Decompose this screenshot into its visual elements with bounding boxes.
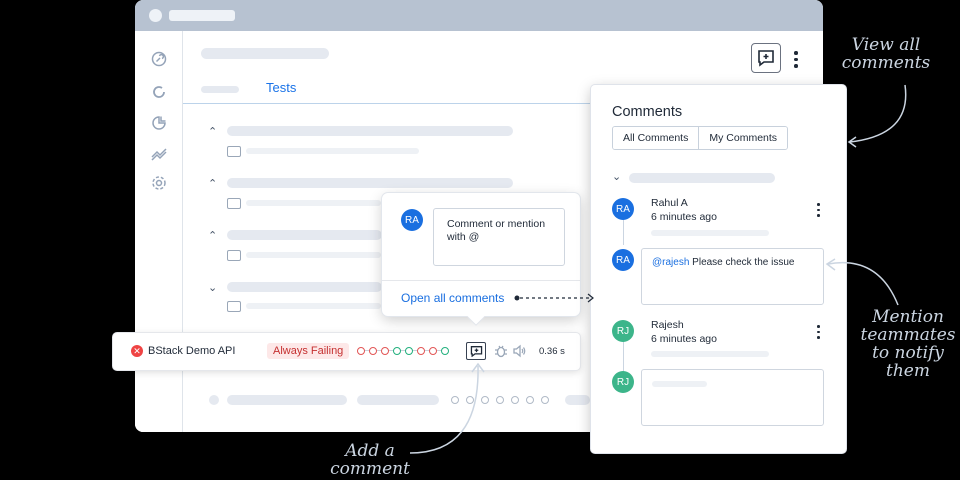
comment-body-placeholder: [651, 351, 769, 357]
tab-placeholder[interactable]: [201, 86, 239, 93]
connector-arrow: [514, 293, 594, 303]
folder-icon: [227, 301, 241, 312]
run-dot-fail[interactable]: [381, 347, 389, 355]
run-dot-fail[interactable]: [357, 347, 365, 355]
test-name[interactable]: BStack Demo API: [148, 345, 235, 357]
mention-tag[interactable]: @rajesh: [652, 257, 689, 268]
tree-subitem-placeholder: [246, 303, 381, 309]
avatar: RA: [612, 198, 634, 220]
run-dot-pass[interactable]: [393, 347, 401, 355]
tree-item-placeholder: [227, 230, 382, 240]
page-title-placeholder: [201, 48, 329, 59]
comment-body-placeholder: [651, 230, 769, 236]
comment-time: 6 minutes ago: [651, 333, 717, 345]
avatar: RA: [401, 209, 423, 231]
comment-add-icon: [758, 50, 774, 67]
tree-item-placeholder: [227, 178, 513, 188]
trend-icon[interactable]: [149, 143, 169, 163]
failed-status-icon: ✕: [131, 345, 143, 357]
comment-time: 6 minutes ago: [651, 211, 717, 223]
gear-icon[interactable]: [149, 173, 169, 193]
tree-item-placeholder: [227, 282, 382, 292]
speaker-icon[interactable]: [512, 344, 526, 363]
tab-tests[interactable]: Tests: [266, 80, 296, 95]
thread-title-placeholder: [629, 173, 775, 183]
chevron-down-icon[interactable]: ⌄: [612, 170, 621, 183]
title-bar: [135, 0, 823, 31]
more-options-icon[interactable]: [794, 51, 798, 68]
wrench-icon[interactable]: [149, 49, 169, 69]
row-placeholder: [565, 395, 590, 405]
annotation-mention: Mention teammates to notify them: [860, 307, 956, 381]
run-dot-fail[interactable]: [417, 347, 425, 355]
reply-input[interactable]: @rajesh Please check the issue: [641, 248, 824, 305]
filter-my-comments[interactable]: My Comments: [698, 127, 788, 149]
run-dot-fail[interactable]: [369, 347, 377, 355]
tree-subitem-placeholder: [246, 200, 381, 206]
avatar: RJ: [612, 371, 634, 393]
test-row-card[interactable]: ✕ BStack Demo API Always Failing 0.36 s: [113, 333, 580, 370]
tree-subitem-placeholder: [246, 148, 419, 154]
panel-title: Comments: [612, 104, 683, 120]
folder-icon: [227, 250, 241, 261]
annotation-arrow: [409, 362, 485, 454]
input-placeholder: [652, 381, 707, 387]
reply-text: Please check the issue: [692, 257, 795, 268]
chevron-up-icon[interactable]: ⌃: [208, 125, 217, 138]
pie-chart-icon[interactable]: [149, 113, 169, 133]
comment-menu-icon[interactable]: [817, 325, 820, 339]
divider: [382, 280, 580, 281]
annotation-view-all: View all comments: [841, 35, 931, 73]
thread-line: [623, 338, 624, 373]
row-placeholder: [227, 395, 347, 405]
new-reply-input[interactable]: [641, 369, 824, 426]
avatar: RJ: [612, 320, 634, 342]
comment-menu-icon[interactable]: [817, 203, 820, 217]
chevron-up-icon[interactable]: ⌃: [208, 177, 217, 190]
chevron-up-icon[interactable]: ⌃: [208, 229, 217, 242]
window-dot: [149, 9, 162, 22]
chevron-down-icon[interactable]: ⌄: [208, 281, 217, 294]
refresh-icon[interactable]: [149, 82, 169, 102]
comment-author: Rahul A: [651, 197, 688, 209]
annotation-arrow: [847, 84, 907, 148]
annotation-arrow: [825, 258, 899, 306]
tree-item-placeholder: [227, 126, 513, 136]
run-dot-pass[interactable]: [405, 347, 413, 355]
bug-icon[interactable]: [494, 344, 508, 363]
folder-icon: [227, 146, 241, 157]
comment-input[interactable]: Comment or mention with @: [433, 208, 565, 266]
title-placeholder: [169, 10, 235, 21]
tree-subitem-placeholder: [246, 252, 381, 258]
open-all-comments-link[interactable]: Open all comments: [401, 291, 504, 305]
status-badge: Always Failing: [267, 343, 350, 359]
folder-icon: [227, 198, 241, 209]
filter-all-comments[interactable]: All Comments: [613, 127, 699, 149]
comment-filter: All Comments My Comments: [612, 126, 789, 150]
comment-author: Rajesh: [651, 319, 684, 331]
sidebar: [135, 31, 183, 432]
comments-panel: Comments All Comments My Comments ⌄ RA R…: [591, 85, 846, 453]
comment-add-icon: [470, 346, 482, 357]
run-dot-fail[interactable]: [429, 347, 437, 355]
avatar: RA: [612, 249, 634, 271]
run-dot-pass[interactable]: [441, 347, 449, 355]
duration: 0.36 s: [539, 346, 565, 357]
view-comments-button[interactable]: [751, 43, 781, 73]
status-placeholder: [209, 395, 219, 405]
